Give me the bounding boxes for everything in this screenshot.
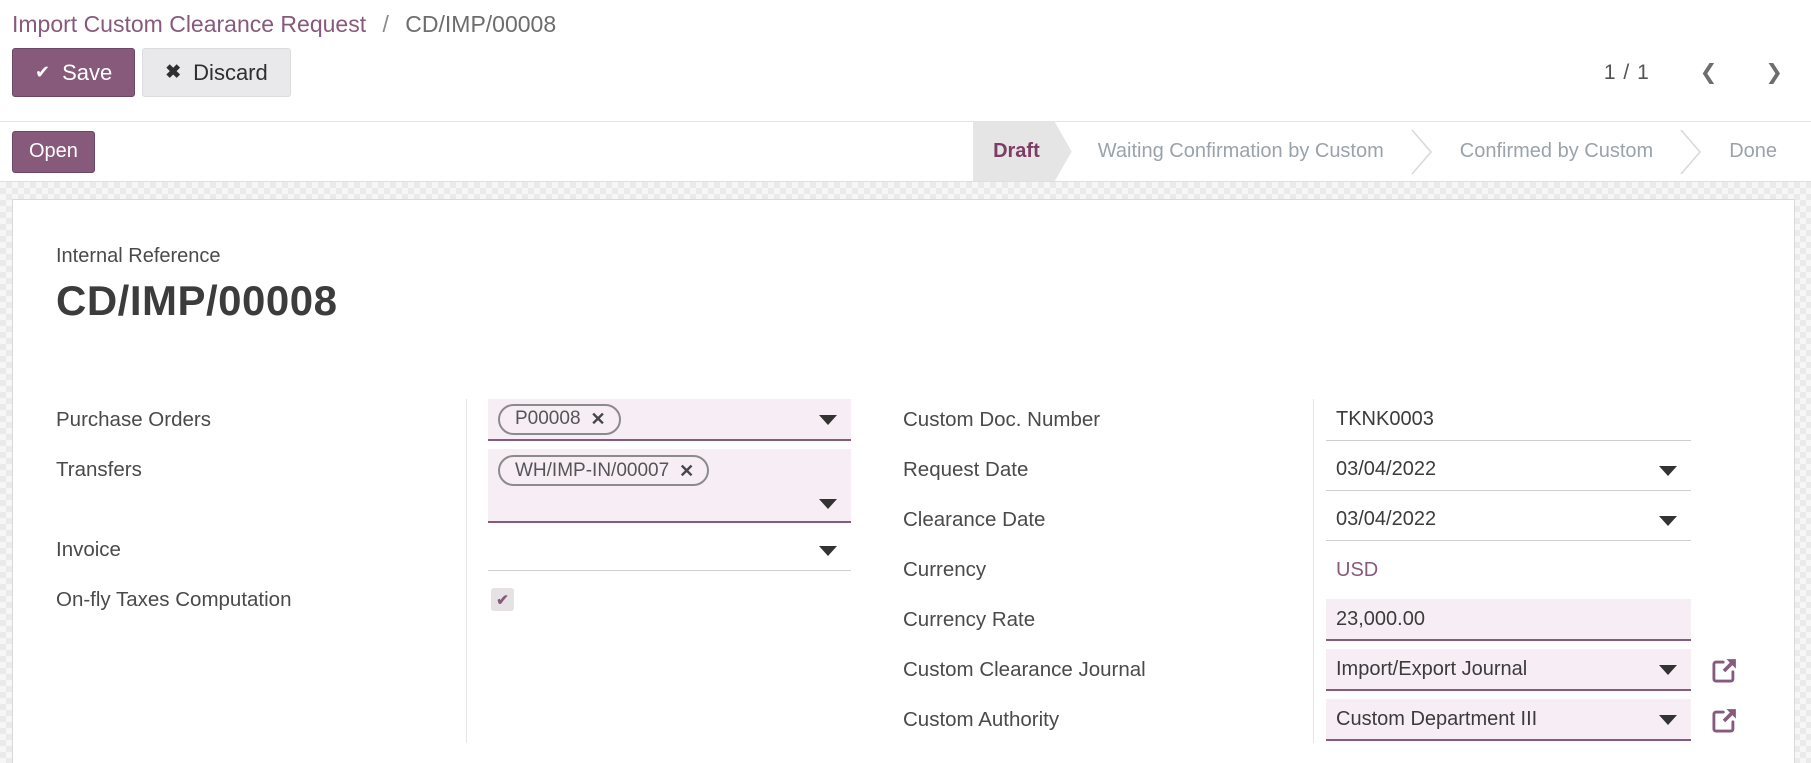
check-icon: ✔ [35,62,51,82]
purchase-orders-field[interactable]: P00008 ✕ [488,399,851,441]
invoice-label-cell: Invoice [56,529,466,573]
request-date-label: Request Date [903,458,1029,481]
internal-reference-label: Internal Reference [56,245,221,267]
left-field-group: Purchase Orders P00008 ✕ Transfers WH/IM… [56,399,851,743]
title-block: Internal Reference CD/IMP/00008 [56,245,1751,325]
clearance-journal-label: Custom Clearance Journal [903,658,1146,681]
onfly-taxes-label-cell: On-fly Taxes Computation [56,579,466,623]
stage-waiting-confirmation[interactable]: Waiting Confirmation by Custom [1072,122,1410,181]
cross-icon: ✖ [165,62,182,83]
pager: 1 / 1 ❮ ❯ [1604,48,1793,97]
breadcrumb-separator: / [382,10,389,37]
clearance-date-label: Clearance Date [903,508,1046,531]
custom-doc-number-label-cell: Custom Doc. Number [903,399,1313,443]
clearance-date-value: 03/04/2022 [1336,508,1437,530]
purchase-order-tag-label: P00008 [515,408,581,429]
custom-doc-number-value: TKNK0003 [1336,408,1434,430]
dropdown-caret-icon[interactable] [819,415,837,425]
custom-authority-value: Custom Department III [1336,707,1538,730]
breadcrumb-current: CD/IMP/00008 [405,10,557,37]
form-sheet: Internal Reference CD/IMP/00008 Purchase… [12,199,1795,763]
custom-doc-number-label: Custom Doc. Number [903,408,1101,431]
clearance-date-field[interactable]: 03/04/2022 [1326,499,1691,541]
currency-rate-label: Currency Rate [903,608,1036,631]
clearance-journal-field[interactable]: Import/Export Journal [1326,649,1691,691]
invoice-label: Invoice [56,538,121,561]
remove-tag-icon[interactable]: ✕ [679,462,694,480]
stage-separator-icon [1679,122,1703,181]
checkmark-icon: ✔ [496,591,509,609]
stage-draft[interactable]: Draft [973,122,1072,181]
remove-tag-icon[interactable]: ✕ [591,410,606,428]
currency-field: USD [1326,549,1691,591]
clearance-date-label-cell: Clearance Date [903,499,1313,543]
save-button-label: Save [62,59,113,85]
control-panel: Import Custom Clearance Request / CD/IMP… [0,0,1811,122]
clearance-journal-label-cell: Custom Clearance Journal [903,649,1313,693]
purchase-orders-label-cell: Purchase Orders [56,399,466,443]
currency-label: Currency [903,558,987,581]
dropdown-caret-icon[interactable] [819,545,837,556]
transfers-field[interactable]: WH/IMP-IN/00007 ✕ [488,449,851,523]
save-button[interactable]: ✔ Save [12,48,136,97]
content-background: Internal Reference CD/IMP/00008 Purchase… [0,182,1811,763]
request-date-label-cell: Request Date [903,449,1313,493]
custom-doc-number-field[interactable]: TKNK0003 [1326,399,1691,441]
dropdown-caret-icon[interactable] [819,499,837,509]
dropdown-caret-icon[interactable] [1659,715,1677,725]
dropdown-caret-icon[interactable] [1659,465,1677,476]
onfly-taxes-checkbox[interactable]: ✔ [491,588,514,611]
pager-next-button[interactable]: ❯ [1755,56,1793,89]
custom-authority-label: Custom Authority [903,708,1060,731]
custom-authority-field[interactable]: Custom Department III [1326,699,1691,741]
statusbar-stages: Draft Waiting Confirmation by Custom Con… [973,122,1811,181]
breadcrumb: Import Custom Clearance Request / CD/IMP… [12,11,556,38]
request-date-field[interactable]: 03/04/2022 [1326,449,1691,491]
onfly-taxes-label: On-fly Taxes Computation [56,588,292,611]
custom-authority-label-cell: Custom Authority [903,699,1313,743]
currency-rate-value: 23,000.00 [1336,607,1425,630]
discard-button-label: Discard [193,59,268,85]
currency-label-cell: Currency [903,549,1313,593]
clearance-journal-value: Import/Export Journal [1336,657,1528,680]
invoice-field[interactable] [488,529,851,571]
stage-separator-icon [1410,122,1434,181]
request-date-value: 03/04/2022 [1336,458,1437,480]
transfers-label: Transfers [56,458,142,481]
external-link-icon[interactable] [1709,705,1740,736]
currency-rate-field[interactable]: 23,000.00 [1326,599,1691,641]
external-link-icon[interactable] [1709,655,1740,686]
right-field-group: Custom Doc. Number TKNK0003 Request Date… [903,399,1753,743]
transfers-label-cell: Transfers [56,449,466,523]
dropdown-caret-icon[interactable] [1659,665,1677,675]
stage-done[interactable]: Done [1703,122,1803,181]
statusbar: Open Draft Waiting Confirmation by Custo… [0,122,1811,182]
pager-count: 1 / 1 [1603,60,1650,84]
currency-rate-label-cell: Currency Rate [903,599,1313,643]
transfer-tag[interactable]: WH/IMP-IN/00007 ✕ [498,455,710,486]
internal-reference-value: CD/IMP/00008 [56,277,338,324]
stage-confirmed[interactable]: Confirmed by Custom [1434,122,1679,181]
purchase-orders-label: Purchase Orders [56,408,211,431]
open-button[interactable]: Open [12,130,95,173]
currency-value-link[interactable]: USD [1336,559,1378,582]
transfer-tag-label: WH/IMP-IN/00007 [515,459,670,481]
purchase-order-tag[interactable]: P00008 ✕ [498,403,621,435]
pager-prev-button[interactable]: ❮ [1690,56,1728,89]
discard-button[interactable]: ✖ Discard [142,48,291,97]
breadcrumb-parent-link[interactable]: Import Custom Clearance Request [12,11,366,37]
dropdown-caret-icon[interactable] [1659,515,1677,526]
